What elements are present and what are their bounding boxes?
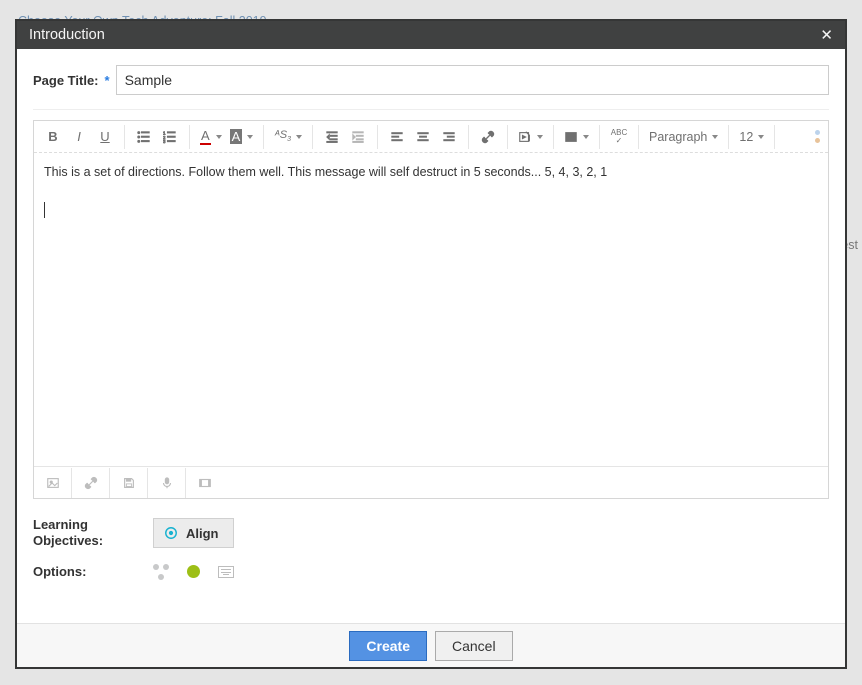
group-colors: A A — [196, 125, 264, 149]
underline-icon[interactable]: U — [92, 125, 118, 149]
attachment-link-icon[interactable] — [72, 468, 110, 498]
align-button-label: Align — [186, 526, 219, 541]
text-cursor — [44, 202, 45, 218]
paragraph-select[interactable]: Paragraph — [645, 125, 722, 149]
modal-footer: Create Cancel — [17, 623, 845, 667]
close-icon[interactable]: ✕ — [820, 28, 833, 43]
page-title-row: Page Title: * — [33, 65, 829, 95]
editor-toolbar-top: B I U 123 A A ᴬS3 — [34, 121, 828, 153]
group-fontsize: 12 — [735, 125, 775, 149]
target-icon — [164, 526, 178, 540]
subscript-icon[interactable]: ᴬS3 — [270, 125, 306, 149]
status-dot-2 — [815, 138, 820, 143]
learning-objectives-label: Learning Objectives: — [33, 517, 123, 550]
page-title-label: Page Title: — [33, 73, 99, 88]
video-icon[interactable] — [186, 468, 224, 498]
table-icon[interactable] — [560, 125, 593, 149]
spellcheck-icon[interactable]: ABC✓ — [606, 125, 632, 149]
group-format: Paragraph — [645, 125, 729, 149]
bullet-list-icon[interactable] — [131, 125, 157, 149]
outdent-icon[interactable] — [319, 125, 345, 149]
editor-textarea[interactable]: This is a set of directions. Follow them… — [34, 153, 828, 466]
editor-line-1: This is a set of directions. Follow them… — [44, 163, 818, 182]
editor-status-dots — [815, 130, 822, 143]
options-row: Options: — [33, 564, 829, 580]
modal-body: Page Title: * B I U 123 A A — [17, 49, 845, 623]
status-green-icon[interactable] — [187, 565, 200, 578]
align-right-icon[interactable] — [436, 125, 462, 149]
indent-icon[interactable] — [345, 125, 371, 149]
modal-title: Introduction — [29, 27, 105, 43]
keyboard-icon[interactable] — [218, 566, 234, 578]
options-label: Options: — [33, 564, 123, 580]
save-icon[interactable] — [110, 468, 148, 498]
rich-text-editor: B I U 123 A A ᴬS3 — [33, 120, 829, 499]
required-marker: * — [105, 73, 110, 88]
align-left-icon[interactable] — [384, 125, 410, 149]
introduction-modal: Introduction ✕ Page Title: * B I U 123 — [15, 19, 847, 669]
group-indent — [319, 125, 378, 149]
group-insert — [514, 125, 554, 149]
page-title-input[interactable] — [116, 65, 829, 95]
create-button[interactable]: Create — [349, 631, 427, 661]
group-textstyle: B I U — [40, 125, 125, 149]
link-icon[interactable] — [475, 125, 501, 149]
group-align — [384, 125, 469, 149]
italic-icon[interactable]: I — [66, 125, 92, 149]
align-button[interactable]: Align — [153, 518, 234, 548]
learning-objectives-row: Learning Objectives: Align — [33, 517, 829, 550]
insert-stuff-icon[interactable] — [34, 468, 72, 498]
cancel-button[interactable]: Cancel — [435, 631, 513, 661]
group-script: ᴬS3 — [270, 125, 313, 149]
align-center-icon[interactable] — [410, 125, 436, 149]
options-icons — [153, 564, 234, 580]
divider — [33, 109, 829, 110]
insert-menu-icon[interactable] — [514, 125, 547, 149]
modal-header: Introduction ✕ — [17, 21, 845, 49]
group-spellcheck: ABC✓ — [606, 125, 639, 149]
highlight-color-icon[interactable]: A — [226, 125, 258, 149]
fontsize-select[interactable]: 12 — [735, 125, 768, 149]
group-link — [475, 125, 508, 149]
group-lists: 123 — [131, 125, 190, 149]
group-table — [560, 125, 600, 149]
text-color-icon[interactable]: A — [196, 125, 226, 149]
bold-icon[interactable]: B — [40, 125, 66, 149]
number-list-icon[interactable]: 123 — [157, 125, 183, 149]
svg-text:3: 3 — [163, 139, 166, 144]
balance-icon[interactable] — [153, 564, 169, 580]
editor-toolbar-bottom — [34, 466, 828, 498]
status-dot-1 — [815, 130, 820, 135]
microphone-icon[interactable] — [148, 468, 186, 498]
